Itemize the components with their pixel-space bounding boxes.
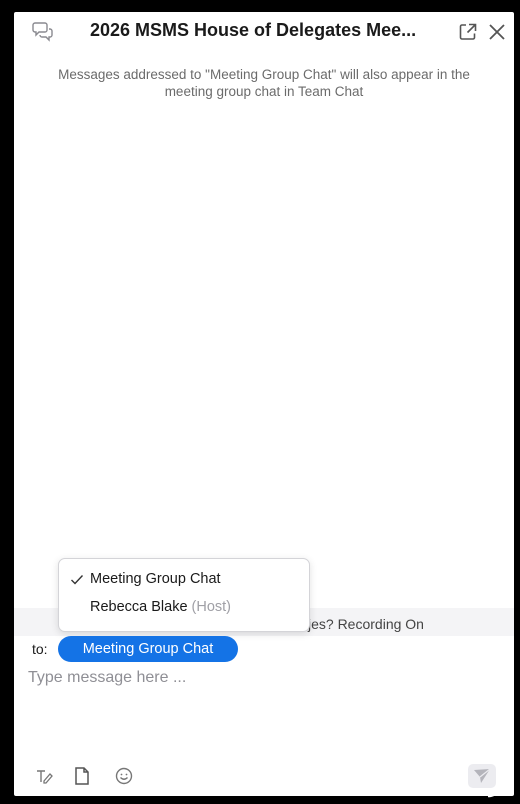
group-chat-notice: Messages addressed to "Meeting Group Cha… (58, 67, 470, 99)
dropdown-item-rebecca-blake[interactable]: Rebecca Blake (Host) (59, 597, 309, 623)
close-icon[interactable] (486, 21, 508, 43)
chat-panel: 2026 MSMS House of Delegates Mee... Mess… (14, 12, 514, 796)
file-icon[interactable] (72, 766, 92, 786)
recipient-dropdown-menu: Meeting Group Chat Rebecca Blake (Host) (58, 558, 310, 632)
format-icon[interactable] (34, 766, 54, 786)
host-tag: (Host) (191, 599, 232, 615)
recipient-selector-button[interactable]: Meeting Group Chat (58, 636, 238, 662)
popout-icon[interactable] (457, 21, 479, 43)
recording-status-text: jes? Recording On (308, 616, 424, 632)
emoji-icon[interactable] (114, 766, 134, 786)
screen-frame: 2026 MSMS House of Delegates Mee... Mess… (0, 0, 520, 804)
chat-header: 2026 MSMS House of Delegates Mee... (14, 12, 514, 52)
dropdown-item-meeting-group-chat[interactable]: Meeting Group Chat (59, 569, 309, 595)
message-input[interactable] (28, 666, 498, 690)
dropdown-item-name: Rebecca Blake (Host) (90, 599, 231, 615)
window-corner-decoration (487, 769, 508, 798)
participant-name: Rebecca Blake (90, 599, 188, 615)
to-label: to: (32, 641, 48, 657)
window-title: 2026 MSMS House of Delegates Mee... (90, 20, 417, 40)
checkmark-icon (71, 575, 84, 585)
dropdown-item-label: Meeting Group Chat (90, 571, 221, 587)
chat-bubbles-icon (32, 22, 53, 42)
